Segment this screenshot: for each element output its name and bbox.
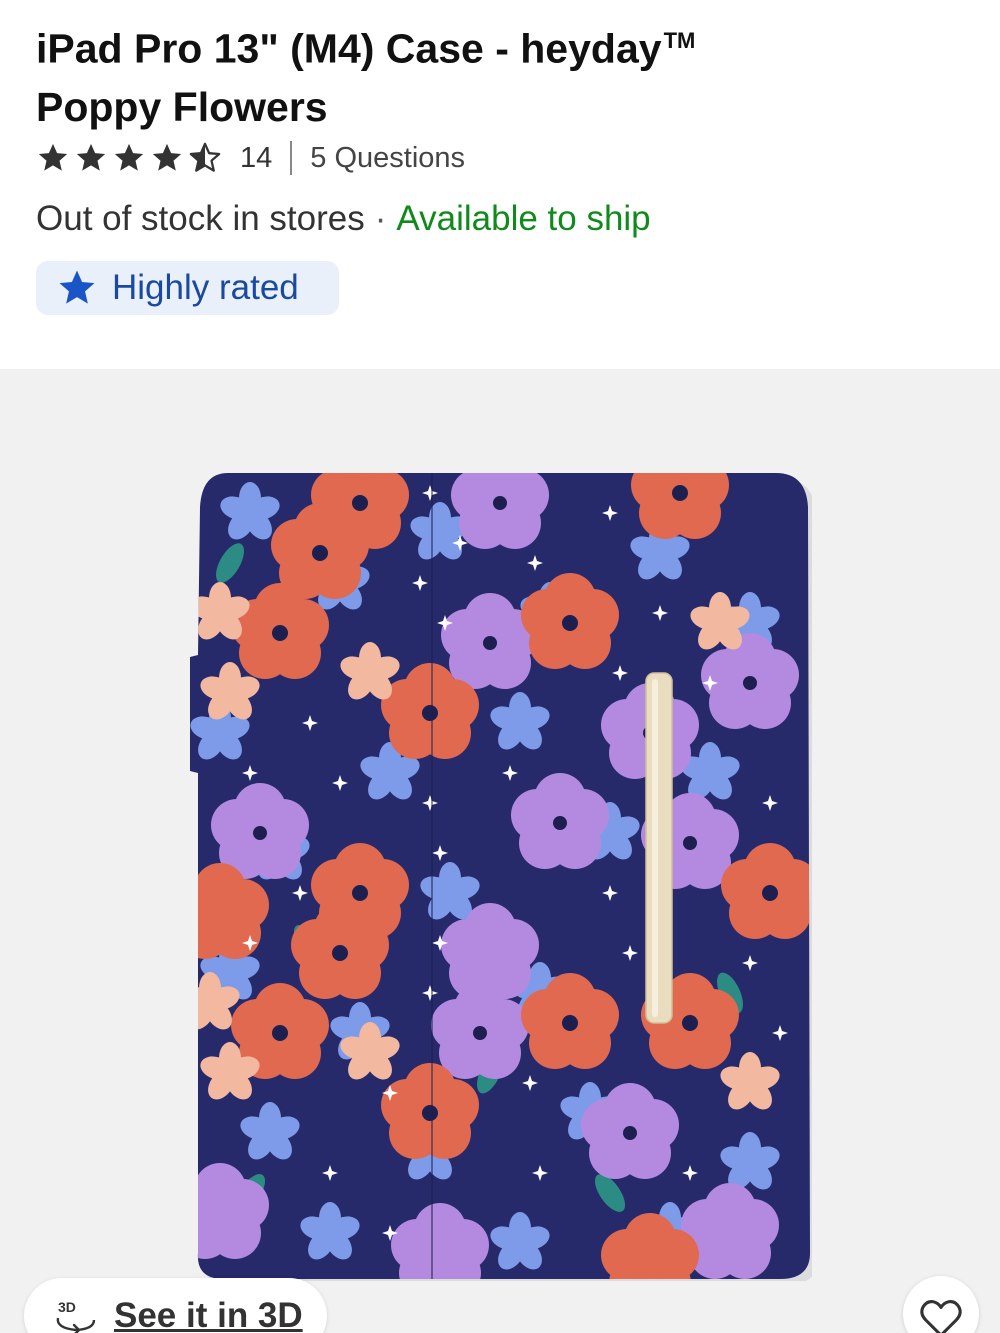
trademark-symbol: TM — [663, 28, 696, 53]
product-case-image — [190, 473, 812, 1281]
product-title-text: iPad Pro 13" (M4) Case - heyday — [36, 25, 662, 72]
highly-rated-badge: Highly rated — [36, 261, 339, 315]
star-icon — [59, 270, 95, 304]
product-image[interactable] — [190, 473, 812, 1281]
availability-separator: · — [374, 199, 387, 238]
star-full-icon — [152, 143, 182, 171]
star-rating[interactable] — [36, 141, 226, 175]
svg-text:3D: 3D — [58, 1299, 76, 1315]
see-in-3d-button[interactable]: 3D See it in 3D — [24, 1278, 327, 1333]
rating-divider — [290, 141, 293, 175]
heart-icon — [920, 1300, 962, 1333]
product-image-gallery[interactable] — [0, 369, 1000, 1333]
3d-rotate-icon: 3D — [56, 1299, 96, 1333]
star-half-icon — [189, 142, 221, 172]
store-availability: Out of stock in stores — [36, 199, 365, 238]
ship-availability[interactable]: Available to ship — [396, 199, 650, 238]
rating-count[interactable]: 14 — [240, 142, 272, 175]
see-in-3d-label[interactable]: See it in 3D — [114, 1296, 303, 1333]
availability-row: Out of stock in stores · Available to ship — [36, 196, 651, 242]
product-title: iPad Pro 13" (M4) Case - heydayTM Poppy … — [36, 12, 936, 136]
badge-label: Highly rated — [112, 268, 299, 307]
star-full-icon — [114, 143, 144, 171]
rating-row[interactable]: 14 5 Questions — [36, 138, 465, 178]
star-full-icon — [38, 143, 68, 171]
star-full-icon — [76, 143, 106, 171]
questions-link[interactable]: 5 Questions — [310, 142, 465, 175]
product-title-line2: Poppy Flowers — [36, 83, 328, 130]
